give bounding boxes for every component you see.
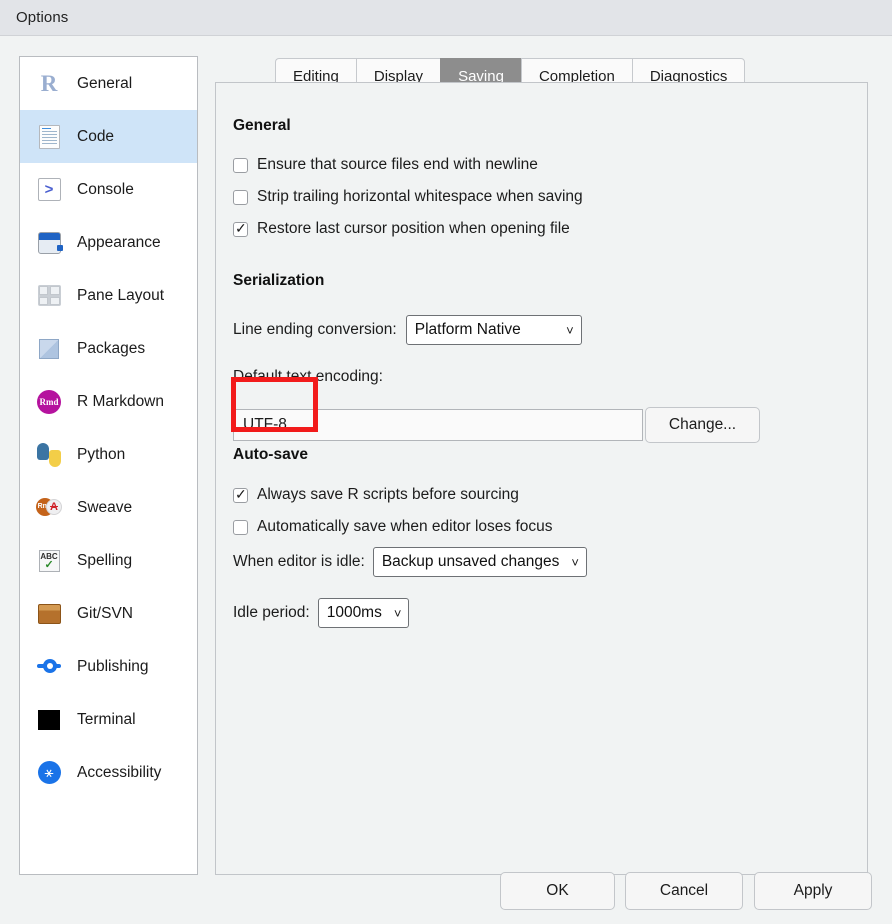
sidebar-item-label: Pane Layout <box>77 286 165 304</box>
sidebar-item-packages[interactable]: Packages <box>20 322 197 375</box>
sidebar-item-label: Packages <box>77 339 146 357</box>
checkbox-label: Always save R scripts before sourcing <box>257 486 519 503</box>
sidebar-item-terminal[interactable]: Terminal <box>20 693 197 746</box>
box-icon <box>36 601 62 627</box>
dialog-title-bar: Options <box>0 0 892 36</box>
sidebar-item-label: Python <box>77 445 126 463</box>
paint-bucket-icon <box>36 230 63 256</box>
options-category-sidebar[interactable]: R General Code > Console Appearance Pane… <box>19 56 198 875</box>
sidebar-item-spelling[interactable]: ABC Spelling <box>20 534 197 587</box>
sidebar-item-sweave[interactable]: Rnw A Sweave <box>20 481 197 534</box>
sidebar-item-code[interactable]: Code <box>20 110 197 163</box>
python-logo-icon <box>36 442 62 468</box>
console-prompt-icon: > <box>36 177 62 203</box>
accessibility-icon: ⚹ <box>36 760 62 786</box>
checkbox-row-always-save[interactable]: Always save R scripts before sourcing <box>233 486 519 504</box>
sidebar-item-label: General <box>77 74 133 92</box>
sidebar-item-accessibility[interactable]: ⚹ Accessibility <box>20 746 197 799</box>
sidebar-item-publishing[interactable]: Publishing <box>20 640 197 693</box>
checkbox-restore-cursor[interactable] <box>233 220 248 237</box>
idle-action-select[interactable]: Backup unsaved changes ˅ <box>372 547 587 577</box>
checkbox-label: Automatically save when editor loses foc… <box>257 518 553 535</box>
sidebar-item-label: Terminal <box>77 710 136 728</box>
idle-period-value: 1000ms <box>326 604 382 621</box>
sidebar-item-appearance[interactable]: Appearance <box>20 216 197 269</box>
chevron-down-icon: ˅ <box>393 605 402 621</box>
r-logo-icon: R <box>40 71 58 96</box>
checkbox-row-strip-whitespace[interactable]: Strip trailing horizontal whitespace whe… <box>233 188 583 206</box>
idle-action-value: Backup unsaved changes <box>381 553 560 570</box>
checkbox-row-ensure-newline[interactable]: Ensure that source files end with newlin… <box>233 156 538 174</box>
sidebar-item-label: Sweave <box>77 498 133 516</box>
terminal-icon <box>36 707 62 733</box>
sidebar-item-label: Git/SVN <box>77 604 133 622</box>
idle-action-row: When editor is idle: Backup unsaved chan… <box>233 547 587 577</box>
checkbox-label: Ensure that source files end with newlin… <box>257 156 538 173</box>
checkbox-always-save-before-sourcing[interactable] <box>233 486 248 503</box>
sidebar-item-label: Console <box>77 180 134 198</box>
autosave-section-heading: Auto-save <box>233 446 308 463</box>
checkbox-label: Restore last cursor position when openin… <box>257 220 570 237</box>
idle-period-row: Idle period: 1000ms ˅ <box>233 598 410 628</box>
sidebar-item-label: Appearance <box>77 233 161 251</box>
sidebar-item-label: Code <box>77 127 115 145</box>
sidebar-item-pane-layout[interactable]: Pane Layout <box>20 269 197 322</box>
sidebar-item-console[interactable]: > Console <box>20 163 197 216</box>
checkbox-row-restore-cursor[interactable]: Restore last cursor position when openin… <box>233 220 570 238</box>
checkbox-label: Strip trailing horizontal whitespace whe… <box>257 188 583 205</box>
encoding-label: Default text encoding: <box>233 368 383 385</box>
publish-icon <box>36 654 62 680</box>
sidebar-item-label: Spelling <box>77 551 133 569</box>
general-section-heading: General <box>233 117 291 134</box>
sidebar-item-r-markdown[interactable]: Rmd R Markdown <box>20 375 197 428</box>
abc-check-icon: ABC <box>36 548 62 574</box>
line-ending-row: Line ending conversion: Platform Native … <box>233 315 582 345</box>
ok-button[interactable]: OK <box>500 872 615 910</box>
chevron-down-icon: ˅ <box>566 322 574 338</box>
pane-grid-icon <box>36 283 62 309</box>
apply-button[interactable]: Apply <box>754 872 872 910</box>
package-box-icon <box>36 336 62 362</box>
code-document-icon <box>36 124 62 150</box>
idle-action-label: When editor is idle: <box>233 553 365 570</box>
change-encoding-button[interactable]: Change... <box>645 407 760 443</box>
saving-settings-panel: General Ensure that source files end wit… <box>215 82 868 875</box>
checkbox-strip-whitespace[interactable] <box>233 189 248 205</box>
dialog-body: R General Code > Console Appearance Pane… <box>0 36 892 924</box>
checkbox-row-autosave-focus[interactable]: Automatically save when editor loses foc… <box>233 518 553 536</box>
line-ending-value: Platform Native <box>414 321 521 338</box>
cancel-button[interactable]: Cancel <box>625 872 743 910</box>
checkbox-autosave-on-focus-loss[interactable] <box>233 519 248 535</box>
sidebar-item-label: R Markdown <box>77 392 164 410</box>
rmd-badge-icon: Rmd <box>36 389 62 415</box>
sidebar-item-label: Publishing <box>77 657 149 675</box>
sidebar-item-label: Accessibility <box>77 763 162 781</box>
line-ending-select[interactable]: Platform Native ˅ <box>405 315 582 345</box>
line-ending-label: Line ending conversion: <box>233 321 397 338</box>
serialization-section-heading: Serialization <box>233 272 325 289</box>
encoding-value: UTF-8 <box>243 416 287 433</box>
sidebar-item-python[interactable]: Python <box>20 428 197 481</box>
chevron-down-icon: ˅ <box>571 554 579 570</box>
sweave-pdf-icon: Rnw A <box>36 495 62 521</box>
dialog-title: Options <box>16 9 69 26</box>
sidebar-item-general[interactable]: R General <box>20 57 197 110</box>
encoding-textfield[interactable]: UTF-8 <box>233 409 643 441</box>
idle-period-label: Idle period: <box>233 604 310 621</box>
checkbox-ensure-newline[interactable] <box>233 157 248 173</box>
sidebar-item-git-svn[interactable]: Git/SVN <box>20 587 197 640</box>
idle-period-select[interactable]: 1000ms ˅ <box>317 598 410 628</box>
